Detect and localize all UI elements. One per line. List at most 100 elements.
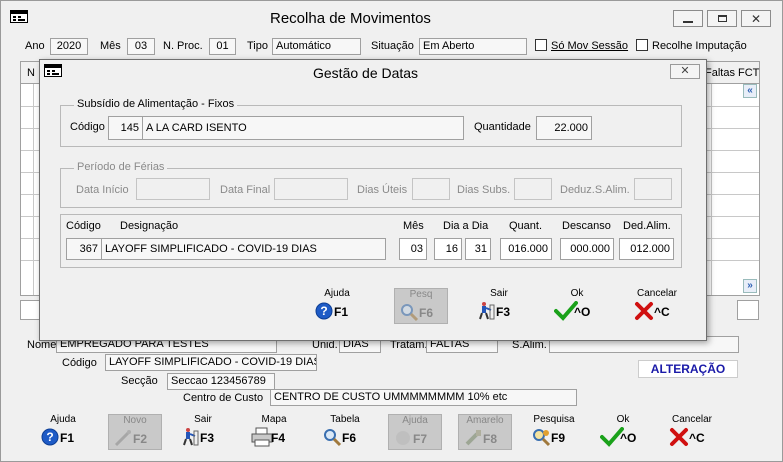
search-icon [531, 427, 551, 447]
minimize-button[interactable] [673, 10, 703, 27]
linha-mes-field[interactable]: 03 [399, 238, 427, 260]
linha-mes-label: Mês [403, 220, 424, 232]
data-inicio-field[interactable] [136, 178, 210, 200]
linha-designacao-label: Designação [120, 220, 179, 232]
status-indicator: ALTERAÇÃO [638, 360, 738, 378]
codigo-field[interactable]: LAYOFF SIMPLIFICADO - COVID-19 DIAS [105, 354, 317, 371]
button-shortcut: F1 [334, 305, 349, 319]
button-shortcut: F1 [60, 431, 75, 445]
situacao-label: Situação [371, 40, 414, 52]
linha-dia-label: Dia a Dia [443, 220, 489, 232]
nproc-label: N. Proc. [163, 40, 203, 52]
ok-o-button[interactable]: Ok ^O [550, 288, 604, 324]
button-shortcut: F3 [200, 431, 215, 445]
mapa-f4-button[interactable]: Mapa F4 [247, 414, 301, 450]
button-caption: Mapa [261, 414, 287, 425]
codigo-label: Código [62, 357, 97, 369]
data-inicio-label: Data Início [76, 184, 129, 196]
ok-o-button[interactable]: Ok ^O [596, 414, 650, 450]
amarelo-f8-button[interactable]: Amarelo F8 [458, 414, 512, 450]
linha-quant-label: Quant. [509, 220, 543, 232]
printer-icon [251, 427, 273, 447]
situacao-field[interactable]: Em Aberto [419, 38, 527, 55]
linha-ded-label: Ded.Alim. [623, 220, 671, 232]
tipo-field[interactable]: Automático [272, 38, 361, 55]
ajuda-f7-button[interactable]: Ajuda F7 [388, 414, 442, 450]
grid-footer-field-right[interactable] [737, 300, 759, 320]
deduz-field[interactable] [634, 178, 672, 200]
quantidade-label: Quantidade [474, 121, 531, 133]
restore-icon [717, 15, 727, 22]
linha-dia-a-field[interactable]: 31 [465, 238, 491, 260]
button-caption: Sair [490, 288, 508, 299]
button-shortcut: ^C [654, 305, 670, 319]
button-caption: Pesq [409, 289, 433, 300]
subsidio-codigo-label: Código [70, 121, 105, 133]
button-shortcut: F7 [413, 432, 428, 446]
so-mov-checkbox[interactable] [535, 39, 547, 51]
sair-f3-button[interactable]: Sair F3 [176, 414, 230, 450]
dialog-title: Gestão de Datas [313, 65, 419, 81]
dias-subs-label: Dias Subs. [457, 184, 511, 196]
linha-quant-field[interactable]: 016.000 [500, 238, 552, 260]
deduz-label: Deduz.S.Alim. [560, 184, 630, 196]
cancel-x-icon [669, 427, 689, 447]
button-shortcut: ^O [574, 305, 591, 319]
button-caption: Amarelo [466, 415, 504, 426]
ajuda-f1-button[interactable]: Ajuda? F1 [310, 288, 364, 324]
dialog-close-button[interactable]: ✕ [670, 64, 700, 79]
linha-codigo-field[interactable]: 367 [66, 238, 102, 260]
button-shortcut: F2 [133, 432, 148, 446]
help-icon: ? [40, 427, 60, 447]
dias-uteis-label: Dias Úteis [357, 184, 408, 196]
grid-footer-field[interactable] [20, 300, 40, 320]
novo-f2-button[interactable]: Novo F2 [108, 414, 162, 450]
pesq-f6-button[interactable]: Pesq F6 [394, 288, 448, 324]
cancelar-c-button[interactable]: Cancelar ^C [630, 288, 684, 324]
tabela-f6-button[interactable]: Tabela F6 [318, 414, 372, 450]
mes-field[interactable]: 03 [127, 38, 155, 55]
nproc-field[interactable]: 01 [209, 38, 236, 55]
centro-field[interactable]: CENTRO DE CUSTO UMMMMMMMM 10% etc [270, 389, 577, 406]
grid-scroll-right-button[interactable]: » [743, 279, 757, 293]
ano-label: Ano [25, 40, 45, 52]
data-final-field[interactable] [274, 178, 348, 200]
dias-subs-field[interactable] [514, 178, 552, 200]
button-caption: Ajuda [402, 415, 428, 426]
seccao-field[interactable]: Seccao 123456789 [167, 373, 275, 390]
grid-col-n: N [27, 67, 35, 79]
pesquisa-f9-button[interactable]: Pesquisa F9 [527, 414, 581, 450]
cancelar-c-button[interactable]: Cancelar ^C [665, 414, 719, 450]
ano-field[interactable]: 2020 [50, 38, 88, 55]
linha-dia-de-field[interactable]: 16 [434, 238, 462, 260]
linha-descanso-field[interactable]: 000.000 [560, 238, 614, 260]
subsidio-group-title: Subsídio de Alimentação - Fixos [74, 98, 238, 110]
button-shortcut: F6 [342, 431, 357, 445]
button-shortcut: ^O [620, 431, 637, 445]
paint-icon [463, 428, 483, 448]
button-shortcut: F8 [483, 432, 498, 446]
recolhe-label: Recolhe Imputação [652, 40, 747, 52]
restore-button[interactable] [707, 10, 737, 27]
close-button[interactable]: ✕ [741, 10, 771, 27]
linha-ded-field[interactable]: 012.000 [619, 238, 674, 260]
new-icon [113, 428, 133, 448]
exit-icon [180, 427, 200, 447]
button-caption: Sair [194, 414, 212, 425]
recolhe-checkbox[interactable] [636, 39, 648, 51]
app-icon [10, 10, 28, 23]
button-caption: Tabela [330, 414, 360, 425]
quantidade-field[interactable]: 22.000 [536, 116, 592, 140]
button-caption: Cancelar [636, 288, 678, 299]
button-shortcut: F3 [496, 305, 511, 319]
sair-f3-button[interactable]: Sair F3 [472, 288, 526, 324]
dias-uteis-field[interactable] [412, 178, 450, 200]
centro-label: Centro de Custo [183, 392, 264, 404]
grid-scroll-left-button[interactable]: « [743, 84, 757, 98]
ajuda-f1-button[interactable]: Ajuda? F1 [36, 414, 90, 450]
search-disabled-icon [399, 302, 419, 322]
help-disabled-icon [393, 428, 413, 448]
subsidio-codigo-num[interactable]: 145 [108, 116, 143, 140]
button-caption: Pesquisa [533, 414, 575, 425]
button-caption: Ok [570, 288, 584, 299]
